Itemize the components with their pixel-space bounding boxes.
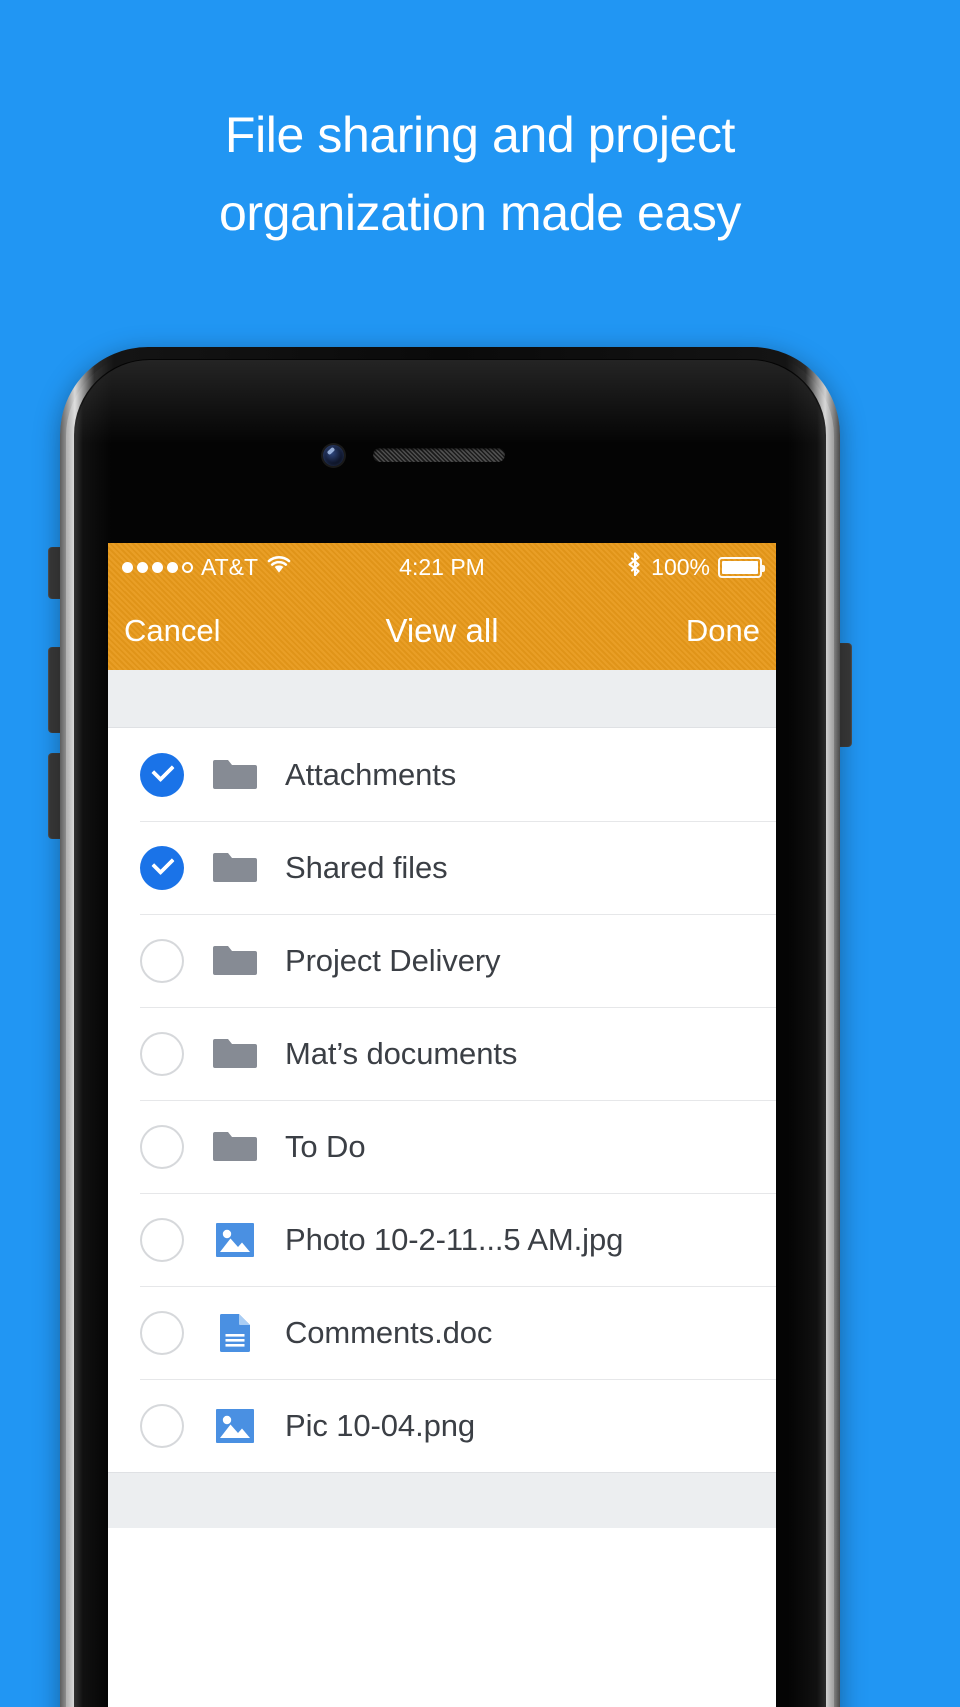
done-button[interactable]: Done	[499, 613, 760, 649]
battery-icon	[718, 556, 765, 578]
clock-label: 4:21 PM	[399, 553, 485, 580]
earpiece-speaker-icon	[373, 448, 505, 462]
list-item-label: Comments.doc	[285, 1314, 493, 1350]
list-item-label: To Do	[285, 1128, 366, 1164]
page-title: File sharing and project organization ma…	[0, 96, 960, 252]
list-item[interactable]: Shared files	[108, 821, 776, 914]
list-item[interactable]: To Do	[108, 1100, 776, 1193]
list-item[interactable]: Pic 10-04.png	[108, 1379, 776, 1472]
front-camera-icon	[323, 445, 344, 466]
bluetooth-icon	[627, 551, 643, 583]
wifi-icon	[266, 554, 292, 581]
file-list: Attachments Shared files Project Deliver…	[108, 728, 776, 1472]
checkbox-unselected[interactable]	[140, 1031, 184, 1076]
list-item[interactable]: Comments.doc	[108, 1286, 776, 1379]
headline-line-2: organization made easy	[218, 185, 742, 241]
navigation-bar: Cancel View all Done	[108, 591, 776, 670]
checkbox-unselected[interactable]	[140, 1217, 184, 1262]
checkbox-selected[interactable]	[140, 845, 184, 890]
checkbox-unselected[interactable]	[140, 1124, 184, 1169]
battery-percent-label: 100%	[651, 553, 710, 580]
navbar-title: View all	[385, 611, 499, 649]
status-bar: AT&T 4:21 PM 100%	[108, 543, 776, 591]
list-item-label: Attachments	[285, 756, 457, 792]
image-icon	[213, 1218, 257, 1262]
list-item-label: Shared files	[285, 849, 448, 885]
list-item[interactable]: Attachments	[108, 728, 776, 821]
document-icon	[213, 1311, 257, 1355]
headline-line-1: File sharing and project	[224, 107, 736, 163]
phone-mockup: AT&T 4:21 PM 100% Cancel View all Done A…	[48, 347, 852, 1707]
list-item-label: Pic 10-04.png	[285, 1407, 475, 1443]
folder-icon	[213, 846, 257, 890]
list-footer-spacer	[108, 1472, 776, 1528]
cancel-button[interactable]: Cancel	[124, 613, 385, 649]
folder-icon	[213, 1125, 257, 1169]
checkbox-selected[interactable]	[140, 752, 184, 797]
checkbox-unselected[interactable]	[140, 1310, 184, 1355]
carrier-label: AT&T	[201, 553, 259, 580]
status-bar-right: 100%	[485, 551, 765, 583]
power-button[interactable]	[838, 643, 852, 747]
list-item-label: Photo 10-2-11...5 AM.jpg	[285, 1221, 624, 1257]
status-bar-center: 4:21 PM	[399, 554, 485, 581]
checkbox-unselected[interactable]	[140, 1403, 184, 1448]
list-item[interactable]: Mat’s documents	[108, 1007, 776, 1100]
list-header-spacer	[108, 670, 776, 728]
app-store-screenshot: File sharing and project organization ma…	[0, 0, 960, 1707]
status-bar-left: AT&T	[122, 554, 399, 581]
list-item[interactable]: Photo 10-2-11...5 AM.jpg	[108, 1193, 776, 1286]
list-item-label: Mat’s documents	[285, 1035, 518, 1071]
list-item-label: Project Delivery	[285, 942, 501, 978]
phone-screen: AT&T 4:21 PM 100% Cancel View all Done A…	[108, 543, 776, 1707]
folder-icon	[213, 1032, 257, 1076]
folder-icon	[213, 753, 257, 797]
list-item[interactable]: Project Delivery	[108, 914, 776, 1007]
folder-icon	[213, 939, 257, 983]
image-icon	[213, 1404, 257, 1448]
checkbox-unselected[interactable]	[140, 938, 184, 983]
signal-strength-icon	[122, 561, 193, 573]
